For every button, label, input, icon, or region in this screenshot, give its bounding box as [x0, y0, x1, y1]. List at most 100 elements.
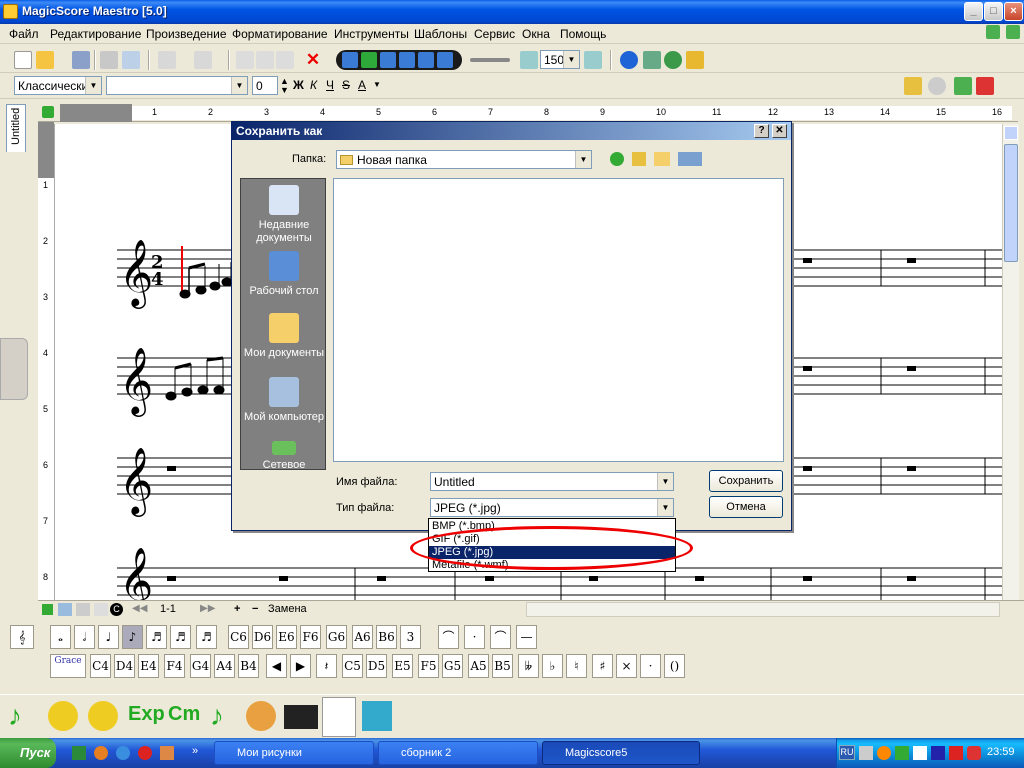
note-e4-button[interactable]: E4 [138, 654, 159, 678]
volume-slider[interactable] [470, 58, 510, 62]
filetype-select[interactable]: JPEG (*.jpg) ▼ [430, 498, 674, 517]
next-button[interactable]: ▶ [290, 654, 311, 678]
no-entry-icon[interactable] [928, 77, 946, 95]
remove-page-button[interactable]: − [252, 603, 258, 615]
web-globe-icon[interactable] [664, 51, 682, 69]
rest-button[interactable]: 𝄽 [316, 654, 337, 678]
paste-icon[interactable] [276, 51, 294, 69]
note-d5-button[interactable]: D5 [366, 654, 387, 678]
first-page-button[interactable]: ◀◀ [132, 603, 147, 614]
new-folder-icon[interactable] [654, 152, 670, 166]
place-network[interactable]: Сетевое окружение [241, 441, 327, 469]
note-b6-button[interactable]: B6 [376, 625, 397, 649]
menu-help[interactable]: Помощь [560, 27, 606, 41]
half-note-button[interactable]: 𝅗𝅥 [74, 625, 95, 649]
tray-4-icon[interactable] [913, 746, 927, 760]
note-f5-button[interactable]: F5 [418, 654, 439, 678]
print-preview-icon[interactable] [122, 51, 140, 69]
quarter-note-button[interactable]: ♩ [98, 625, 119, 649]
32nd-note-button[interactable]: ♬ [170, 625, 191, 649]
ie-icon[interactable] [116, 746, 130, 760]
security-shield-icon[interactable] [967, 746, 981, 760]
zoom-in-icon[interactable] [520, 51, 538, 69]
arrow-up-icon[interactable] [986, 25, 1000, 39]
mixer-icon[interactable] [643, 51, 661, 69]
sixteenth-note-button[interactable]: ♬ [146, 625, 167, 649]
underline-button[interactable]: Ч [326, 78, 334, 92]
tray-3-icon[interactable] [895, 746, 909, 760]
italic-button[interactable]: К [310, 78, 317, 92]
antivirus-icon[interactable] [949, 746, 963, 760]
whole-note-button[interactable]: 𝅝 [50, 625, 71, 649]
dialog-close-button[interactable]: ✕ [772, 124, 787, 138]
record-square-icon[interactable] [976, 77, 994, 95]
font-color-dropdown[interactable]: ▼ [373, 80, 381, 89]
tray-1-icon[interactable] [859, 746, 873, 760]
note-f4-button[interactable]: F4 [164, 654, 185, 678]
play-icon[interactable] [361, 52, 377, 68]
horizontal-scrollbar[interactable] [526, 602, 1000, 617]
slur-button[interactable]: ⌒ [490, 625, 511, 649]
staccato-button[interactable]: · [464, 625, 485, 649]
view-menu-icon[interactable] [678, 152, 702, 166]
menu-file[interactable]: Файл [9, 27, 39, 41]
tray-5-icon[interactable] [931, 746, 945, 760]
up-folder-icon[interactable] [632, 152, 646, 166]
view-page-icon[interactable] [58, 603, 72, 616]
place-my-computer[interactable]: Мой компьютер [241, 377, 327, 424]
export-icon[interactable] [686, 51, 704, 69]
save-button[interactable]: Сохранить [709, 470, 783, 492]
down-arrow-icon[interactable] [42, 604, 53, 615]
scroll-up-button[interactable] [1004, 126, 1018, 140]
flat-button[interactable]: ♭ [542, 654, 563, 678]
piano-icon[interactable] [284, 705, 318, 729]
cancel-button[interactable]: Отмена [709, 496, 783, 518]
minimize-button[interactable]: _ [964, 2, 983, 21]
note-e6-button[interactable]: E6 [276, 625, 297, 649]
task-my-pictures[interactable]: Мои рисунки [214, 741, 374, 765]
help-icon[interactable] [620, 51, 638, 69]
note-f6-button[interactable]: F6 [300, 625, 321, 649]
note-b5-button[interactable]: B5 [492, 654, 513, 678]
note-c5-button[interactable]: C5 [342, 654, 363, 678]
menu-piece[interactable]: Произведение [146, 27, 227, 41]
chord-icon[interactable]: Cm [168, 703, 200, 726]
task-magicscore[interactable]: Magicscore5 [542, 741, 700, 765]
forward-icon[interactable] [399, 52, 415, 68]
file-list[interactable] [333, 178, 784, 462]
quicklaunch-1-icon[interactable] [72, 746, 86, 760]
64th-note-button[interactable]: ♬ [196, 625, 217, 649]
font-size-field[interactable]: 0 [252, 76, 278, 95]
note-g5-button[interactable]: G5 [442, 654, 463, 678]
quicklaunch-more[interactable]: » [192, 745, 198, 757]
font-select[interactable]: ▼ [106, 76, 248, 95]
language-indicator[interactable]: RU [839, 745, 855, 760]
prev-button[interactable]: ◀ [266, 654, 287, 678]
wand-icon[interactable] [904, 77, 922, 95]
next-page-button[interactable]: ▶▶ [200, 603, 215, 614]
note-a4-button[interactable]: A4 [214, 654, 235, 678]
strike-button[interactable]: S [342, 78, 350, 92]
tenuto-button[interactable]: — [516, 625, 537, 649]
delete-icon[interactable]: ✕ [304, 51, 322, 69]
clef-select[interactable]: 𝄞 [10, 625, 34, 649]
dialog-help-button[interactable]: ? [754, 124, 769, 138]
firefox-icon[interactable] [94, 746, 108, 760]
add-tool-icon[interactable] [88, 701, 118, 731]
stop-icon[interactable] [380, 52, 396, 68]
note-e5-button[interactable]: E5 [392, 654, 413, 678]
new-file-icon[interactable] [14, 51, 32, 69]
note-d4-button[interactable]: D4 [114, 654, 135, 678]
lyrics-icon[interactable]: ♪ [210, 701, 240, 731]
maximize-button[interactable]: □ [984, 2, 1003, 21]
style-select[interactable]: Классически ▼ [14, 76, 102, 95]
vertical-scrollbar[interactable] [1002, 124, 1019, 600]
next-icon[interactable] [954, 77, 972, 95]
tuplet-button[interactable]: 3 [400, 625, 421, 649]
undo-icon[interactable] [158, 51, 176, 69]
redo-icon[interactable] [194, 51, 212, 69]
close-button[interactable]: × [1004, 2, 1023, 21]
select-tool-icon[interactable] [48, 701, 78, 731]
note-b4-button[interactable]: B4 [238, 654, 259, 678]
bold-button[interactable]: Ж [293, 78, 304, 92]
